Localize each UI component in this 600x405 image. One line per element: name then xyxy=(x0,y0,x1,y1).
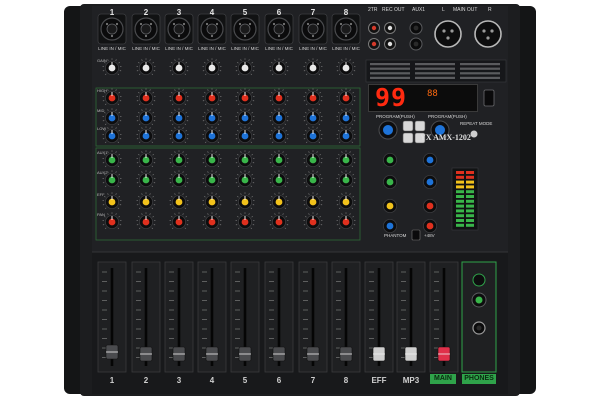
combo-jack-ch5[interactable] xyxy=(231,14,259,44)
fader-label-1: 1 xyxy=(97,376,127,385)
aux-out-jack-1[interactable] xyxy=(410,22,422,34)
channel-number-7: 7 xyxy=(298,8,328,17)
channel-number-8: 8 xyxy=(331,8,361,17)
phantom-label: PHANTOM xyxy=(384,234,406,239)
phones-section xyxy=(462,262,496,372)
transport-button-3[interactable] xyxy=(403,133,413,143)
combo-jack-ch6[interactable] xyxy=(265,14,293,44)
fader-8[interactable] xyxy=(332,262,360,372)
row-label-pan: PAN xyxy=(97,212,105,217)
line-in-mic-label: LINE IN / MIC xyxy=(296,46,330,51)
fader-2[interactable] xyxy=(132,262,160,372)
line-in-mic-label: LINE IN / MIC xyxy=(95,46,129,51)
fader-label-mp3: MP3 xyxy=(396,376,426,385)
master-knob-7[interactable] xyxy=(383,219,396,232)
fader-6[interactable] xyxy=(265,262,293,372)
label-2tr: 2TR xyxy=(368,8,377,13)
fader-label-3: 3 xyxy=(164,376,194,385)
master-knob-3[interactable] xyxy=(383,175,396,188)
row-label-gain: GAIN xyxy=(97,58,107,63)
combo-jack-ch4[interactable] xyxy=(198,14,226,44)
fader-label-6: 6 xyxy=(264,376,294,385)
fader-label-eff: EFF xyxy=(364,376,394,385)
master-knob-2[interactable] xyxy=(423,153,436,166)
label-main-out: MAIN OUT xyxy=(453,8,477,13)
row-label-eff: EFF xyxy=(97,192,105,197)
main-out-xlr-left[interactable] xyxy=(435,21,461,47)
master-knob-5[interactable] xyxy=(383,199,396,212)
combo-jack-ch1[interactable] xyxy=(98,14,126,44)
fader-main[interactable] xyxy=(430,262,458,372)
main-out-xlr-right[interactable] xyxy=(475,21,501,47)
level-meter xyxy=(452,168,478,230)
fader-label-5: 5 xyxy=(230,376,260,385)
row-label-mid: MID xyxy=(97,108,104,113)
fader-label-4: 4 xyxy=(197,376,227,385)
master-knob-8[interactable] xyxy=(423,219,436,232)
line-in-mic-label: LINE IN / MIC xyxy=(228,46,262,51)
fader-label-2: 2 xyxy=(131,376,161,385)
label-main-l: L xyxy=(442,8,445,13)
line-in-mic-label: LINE IN / MIC xyxy=(162,46,196,51)
led-display: 99 88 xyxy=(368,84,478,112)
fader-label-main: MAIN xyxy=(430,374,456,384)
phantom-power-switch[interactable] xyxy=(412,230,420,240)
row-label-aux2: AUX2 xyxy=(97,170,107,175)
fader-1[interactable] xyxy=(98,262,126,372)
aux-out-jack-2[interactable] xyxy=(410,38,422,50)
combo-jack-ch7[interactable] xyxy=(299,14,327,44)
line-in-mic-label: LINE IN / MIC xyxy=(129,46,163,51)
effects-preset-list xyxy=(366,60,506,82)
fader-label-8: 8 xyxy=(331,376,361,385)
channel-number-2: 2 xyxy=(131,8,161,17)
combo-jack-ch3[interactable] xyxy=(165,14,193,44)
mixer-graphic xyxy=(0,0,600,400)
combo-jack-ch8[interactable] xyxy=(332,14,360,44)
display-digits: 99 xyxy=(375,85,407,111)
line-in-mic-label: LINE IN / MIC xyxy=(195,46,229,51)
row-label-aux1: AUX1 xyxy=(97,150,107,155)
rca-jack-4[interactable] xyxy=(385,39,396,50)
rca-jack-3[interactable] xyxy=(369,39,380,50)
channel-number-4: 4 xyxy=(197,8,227,17)
model-name: YX AMX-1202 xyxy=(420,133,471,142)
usb-port[interactable] xyxy=(484,90,494,106)
rca-jack-1[interactable] xyxy=(369,23,380,34)
line-in-mic-label: LINE IN / MIC xyxy=(329,46,363,51)
program-label-2: PROGRAM(PUSH) xyxy=(428,115,467,120)
rca-jack-2[interactable] xyxy=(385,23,396,34)
audio-mixer: 1 LINE IN / MIC 2 LINE IN / MIC 3 LINE IN / M… xyxy=(0,0,600,400)
headphone-icon xyxy=(473,274,485,286)
fader-5[interactable] xyxy=(231,262,259,372)
label-main-r: R xyxy=(488,8,492,13)
channel-number-3: 3 xyxy=(164,8,194,17)
display-small-readout: 88 xyxy=(427,89,438,99)
fader-4[interactable] xyxy=(198,262,226,372)
combo-jack-ch2[interactable] xyxy=(132,14,160,44)
fader-mp3[interactable] xyxy=(397,262,425,372)
master-knob-1[interactable] xyxy=(383,153,396,166)
fader-label-phones: PHONES xyxy=(462,374,496,384)
label-aux1-out: AUX1 xyxy=(412,8,425,13)
fader-eff[interactable] xyxy=(365,262,393,372)
fader-7[interactable] xyxy=(299,262,327,372)
channel-number-5: 5 xyxy=(230,8,260,17)
transport-button-2[interactable] xyxy=(415,121,425,131)
master-knob-6[interactable] xyxy=(423,199,436,212)
channel-number-6: 6 xyxy=(264,8,294,17)
repeat-mode-button[interactable] xyxy=(471,131,478,138)
repeat-mode-label: REPEAT MODE xyxy=(460,122,492,127)
transport-button-1[interactable] xyxy=(403,121,413,131)
fader-3[interactable] xyxy=(165,262,193,372)
line-in-mic-label: LINE IN / MIC xyxy=(262,46,296,51)
program-knob-1[interactable] xyxy=(379,121,397,139)
row-label-low: LOW xyxy=(97,126,106,131)
master-knob-4[interactable] xyxy=(423,175,436,188)
row-label-high: HIGH xyxy=(97,88,107,93)
channel-number-1: 1 xyxy=(97,8,127,17)
program-label: PROGRAM(PUSH) xyxy=(376,115,415,120)
label-rec-out: REC OUT xyxy=(382,8,405,13)
phantom-48v-label: +48V xyxy=(424,234,435,239)
fader-label-7: 7 xyxy=(298,376,328,385)
